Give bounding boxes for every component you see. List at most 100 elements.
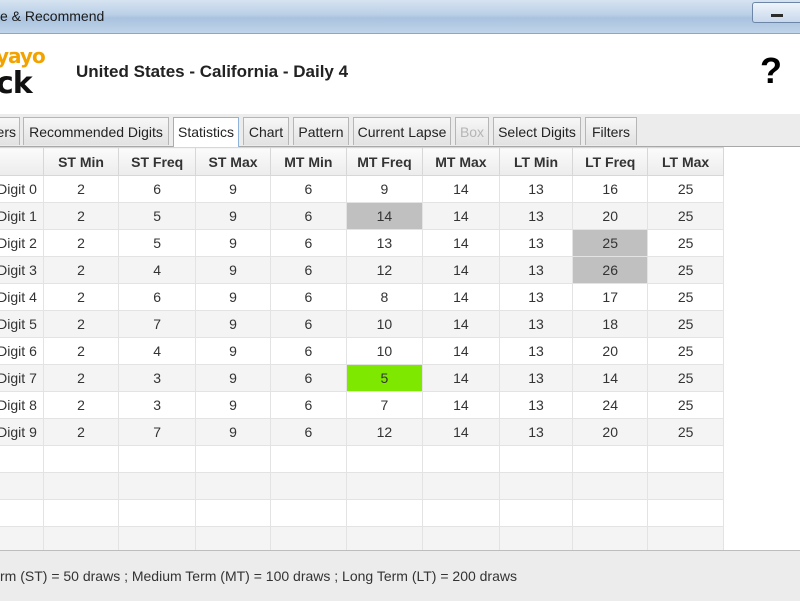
cell-lt-min[interactable]: 13 (498, 337, 574, 365)
cell-mt-max[interactable]: 14 (422, 175, 500, 203)
cell-lt-max[interactable]: 25 (647, 229, 724, 257)
cell-mt-max[interactable]: 14 (422, 229, 500, 257)
cell-st-min[interactable]: 2 (42, 202, 120, 230)
cell-digit[interactable]: Digit 4 (0, 283, 44, 311)
column-header-digit[interactable]: Digit (0, 147, 44, 176)
cell-lt-max[interactable]: 25 (647, 337, 724, 365)
cell-st-max[interactable]: 9 (195, 337, 271, 365)
cell-mt-min[interactable]: 6 (269, 391, 347, 419)
cell-mt-max[interactable]: 14 (422, 202, 500, 230)
cell-lt-freq[interactable]: 24 (572, 391, 649, 419)
cell-st-max[interactable]: 9 (195, 364, 271, 392)
table-row[interactable]: Digit 6 2 4 9 6 10 14 13 20 25 (0, 337, 724, 365)
cell-digit[interactable]: Digit 2 (0, 229, 44, 257)
cell-mt-max[interactable]: 14 (422, 391, 500, 419)
cell-st-freq[interactable]: 6 (118, 283, 197, 311)
cell-digit[interactable]: Digit 9 (0, 418, 44, 446)
tab-filters[interactable]: Filters (585, 117, 637, 145)
cell-lt-min[interactable]: 13 (498, 364, 574, 392)
column-header-st-max[interactable]: ST Max (195, 147, 271, 176)
cell-mt-max[interactable]: 14 (422, 310, 500, 338)
cell-mt-min[interactable]: 6 (269, 283, 347, 311)
cell-st-max[interactable]: 9 (195, 418, 271, 446)
cell-mt-freq[interactable]: 7 (345, 391, 424, 419)
cell-mt-min[interactable]: 6 (269, 202, 347, 230)
cell-lt-freq[interactable]: 18 (572, 310, 649, 338)
column-header-st-min[interactable]: ST Min (42, 147, 120, 176)
cell-digit[interactable]: Digit 5 (0, 310, 44, 338)
cell-lt-min[interactable]: 13 (498, 175, 574, 203)
column-header-lt-max[interactable]: LT Max (647, 147, 724, 176)
cell-st-freq[interactable]: 7 (118, 310, 197, 338)
cell-st-max[interactable]: 9 (195, 175, 271, 203)
minimize-button[interactable] (752, 2, 800, 23)
cell-mt-min[interactable]: 6 (269, 256, 347, 284)
cell-st-max[interactable]: 9 (195, 391, 271, 419)
cell-lt-max[interactable]: 25 (647, 364, 724, 392)
cell-mt-min[interactable]: 6 (269, 310, 347, 338)
cell-mt-freq[interactable]: 10 (345, 337, 424, 365)
cell-st-freq[interactable]: 5 (118, 202, 197, 230)
cell-st-max[interactable]: 9 (195, 310, 271, 338)
cell-st-min[interactable]: 2 (42, 229, 120, 257)
cell-st-freq[interactable]: 7 (118, 418, 197, 446)
cell-lt-freq[interactable]: 20 (572, 202, 649, 230)
cell-st-min[interactable]: 2 (42, 337, 120, 365)
table-row[interactable]: Digit 4 2 6 9 6 8 14 13 17 25 (0, 283, 724, 311)
tab-select-digits[interactable]: Select Digits (493, 117, 581, 145)
cell-digit[interactable]: Digit 1 (0, 202, 44, 230)
cell-st-freq[interactable]: 5 (118, 229, 197, 257)
cell-st-freq[interactable]: 4 (118, 256, 197, 284)
tab-numbers[interactable]: ers (0, 117, 20, 145)
table-row[interactable]: Digit 3 2 4 9 6 12 14 13 26 25 (0, 256, 724, 284)
cell-mt-max[interactable]: 14 (422, 418, 500, 446)
cell-lt-min[interactable]: 13 (498, 202, 574, 230)
cell-lt-freq[interactable]: 20 (572, 337, 649, 365)
cell-st-min[interactable]: 2 (42, 175, 120, 203)
cell-lt-min[interactable]: 13 (498, 256, 574, 284)
help-button[interactable]: ? (756, 50, 786, 92)
cell-mt-freq[interactable]: 12 (345, 418, 424, 446)
cell-lt-max[interactable]: 25 (647, 256, 724, 284)
cell-st-min[interactable]: 2 (42, 256, 120, 284)
column-header-mt-max[interactable]: MT Max (422, 147, 500, 176)
cell-st-min[interactable]: 2 (42, 310, 120, 338)
cell-st-min[interactable]: 2 (42, 418, 120, 446)
cell-mt-min[interactable]: 6 (269, 418, 347, 446)
cell-digit[interactable]: Digit 3 (0, 256, 44, 284)
table-row[interactable]: Digit 5 2 7 9 6 10 14 13 18 25 (0, 310, 724, 338)
cell-st-min[interactable]: 2 (42, 283, 120, 311)
table-row[interactable]: Digit 7 2 3 9 6 5 14 13 14 25 (0, 364, 724, 392)
cell-lt-freq[interactable]: 25 (572, 229, 649, 257)
cell-st-min[interactable]: 2 (42, 364, 120, 392)
cell-st-max[interactable]: 9 (195, 202, 271, 230)
cell-lt-max[interactable]: 25 (647, 175, 724, 203)
cell-lt-max[interactable]: 25 (647, 202, 724, 230)
cell-mt-freq[interactable]: 5 (345, 364, 424, 392)
cell-lt-min[interactable]: 13 (498, 310, 574, 338)
table-row[interactable]: Digit 9 2 7 9 6 12 14 13 20 25 (0, 418, 724, 446)
cell-st-max[interactable]: 9 (195, 229, 271, 257)
cell-mt-max[interactable]: 14 (422, 283, 500, 311)
cell-lt-max[interactable]: 25 (647, 310, 724, 338)
tab-pattern[interactable]: Pattern (293, 117, 349, 145)
cell-st-freq[interactable]: 6 (118, 175, 197, 203)
cell-mt-min[interactable]: 6 (269, 364, 347, 392)
table-row[interactable]: Digit 2 2 5 9 6 13 14 13 25 25 (0, 229, 724, 257)
cell-digit[interactable]: Digit 6 (0, 337, 44, 365)
column-header-mt-min[interactable]: MT Min (269, 147, 347, 176)
tab-recommended-digits[interactable]: Recommended Digits (23, 117, 169, 145)
cell-lt-freq[interactable]: 20 (572, 418, 649, 446)
tab-current-lapse[interactable]: Current Lapse (353, 117, 451, 145)
cell-lt-max[interactable]: 25 (647, 418, 724, 446)
column-header-lt-min[interactable]: LT Min (498, 147, 574, 176)
cell-mt-min[interactable]: 6 (269, 337, 347, 365)
tab-statistics[interactable]: Statistics (173, 117, 239, 147)
cell-mt-freq[interactable]: 8 (345, 283, 424, 311)
column-header-st-freq[interactable]: ST Freq (118, 147, 197, 176)
cell-lt-min[interactable]: 13 (498, 418, 574, 446)
table-row[interactable]: Digit 0 2 6 9 6 9 14 13 16 25 (0, 175, 724, 203)
cell-mt-freq[interactable]: 9 (345, 175, 424, 203)
cell-mt-min[interactable]: 6 (269, 229, 347, 257)
cell-lt-freq[interactable]: 26 (572, 256, 649, 284)
